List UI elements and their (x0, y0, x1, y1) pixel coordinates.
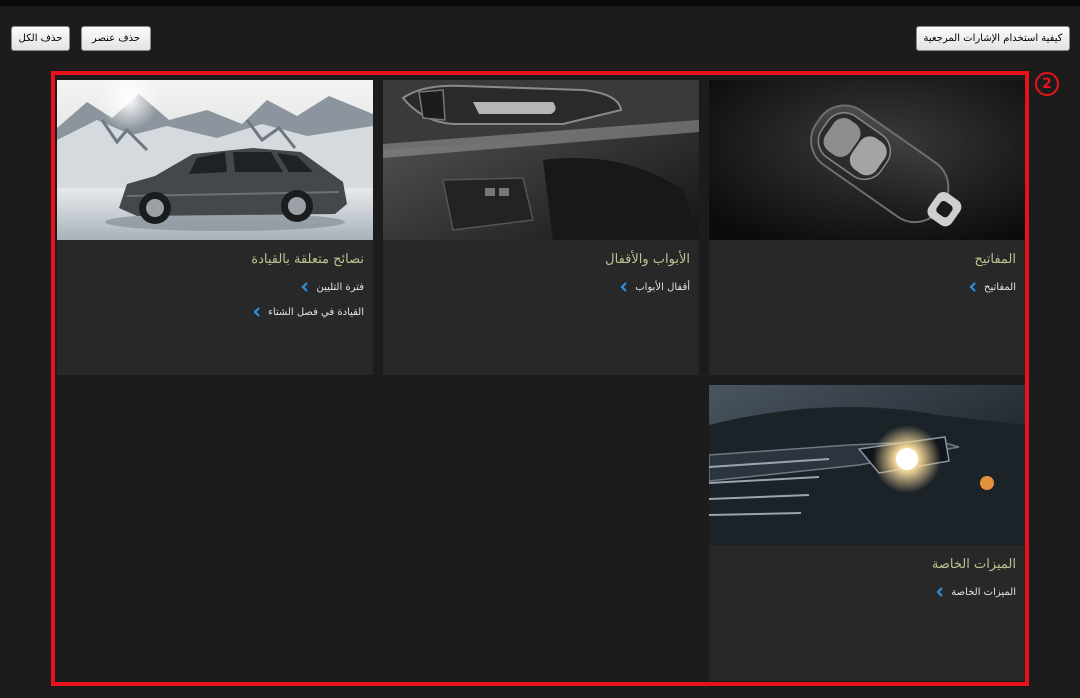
bookmark-card-keys[interactable]: المفاتيح المفاتيح (709, 80, 1025, 375)
card-links: فترة التليين القيادة في فصل الشتاء (253, 280, 364, 330)
link-winter-driving[interactable]: القيادة في فصل الشتاء (253, 305, 364, 319)
chevron-left-icon (969, 282, 977, 292)
bookmark-card-special-features[interactable]: الميزات الخاصة الميزات الخاصة (709, 385, 1025, 681)
delete-all-button[interactable]: حذف الكل (11, 26, 70, 51)
card-image-suv-in-snow (57, 80, 373, 240)
chevron-left-icon (301, 282, 309, 292)
bookmark-card-doors-and-locks[interactable]: الأبواب والأقفال أقفال الأبواب (383, 80, 699, 375)
link-label: فترة التليين (316, 281, 364, 293)
card-image-smart-key (709, 80, 1025, 240)
link-label: أقفال الأبواب (635, 281, 690, 293)
link-label: المفاتيح (984, 281, 1016, 293)
chevron-left-icon (253, 307, 261, 317)
card-links: الميزات الخاصة (936, 585, 1016, 610)
link-special-features[interactable]: الميزات الخاصة (936, 585, 1016, 599)
link-break-in-period[interactable]: فترة التليين (253, 280, 364, 294)
card-title: المفاتيح (974, 252, 1016, 267)
card-title: نصائح متعلقة بالقيادة (251, 252, 364, 267)
chevron-left-icon (936, 587, 944, 597)
card-title: الميزات الخاصة (931, 557, 1016, 572)
card-links: المفاتيح (969, 280, 1016, 305)
link-door-locks[interactable]: أقفال الأبواب (620, 280, 690, 294)
card-links: أقفال الأبواب (620, 280, 690, 305)
card-image-door-panel (383, 80, 699, 240)
card-image-headlight (709, 385, 1025, 545)
chevron-left-icon (620, 282, 628, 292)
bookmark-card-driving-tips[interactable]: نصائح متعلقة بالقيادة فترة التليين القيا… (57, 80, 373, 375)
link-label: الميزات الخاصة (951, 586, 1016, 598)
card-title: الأبواب والأقفال (605, 252, 690, 267)
link-label: القيادة في فصل الشتاء (268, 306, 364, 318)
bookmarks-help-button[interactable]: كيفية استخدام الإشارات المرجعية (916, 26, 1070, 51)
delete-item-button[interactable]: حذف عنصر (81, 26, 151, 51)
top-window-edge (0, 0, 1080, 6)
link-keys[interactable]: المفاتيح (969, 280, 1016, 294)
annotation-marker: 2 (1035, 72, 1059, 96)
